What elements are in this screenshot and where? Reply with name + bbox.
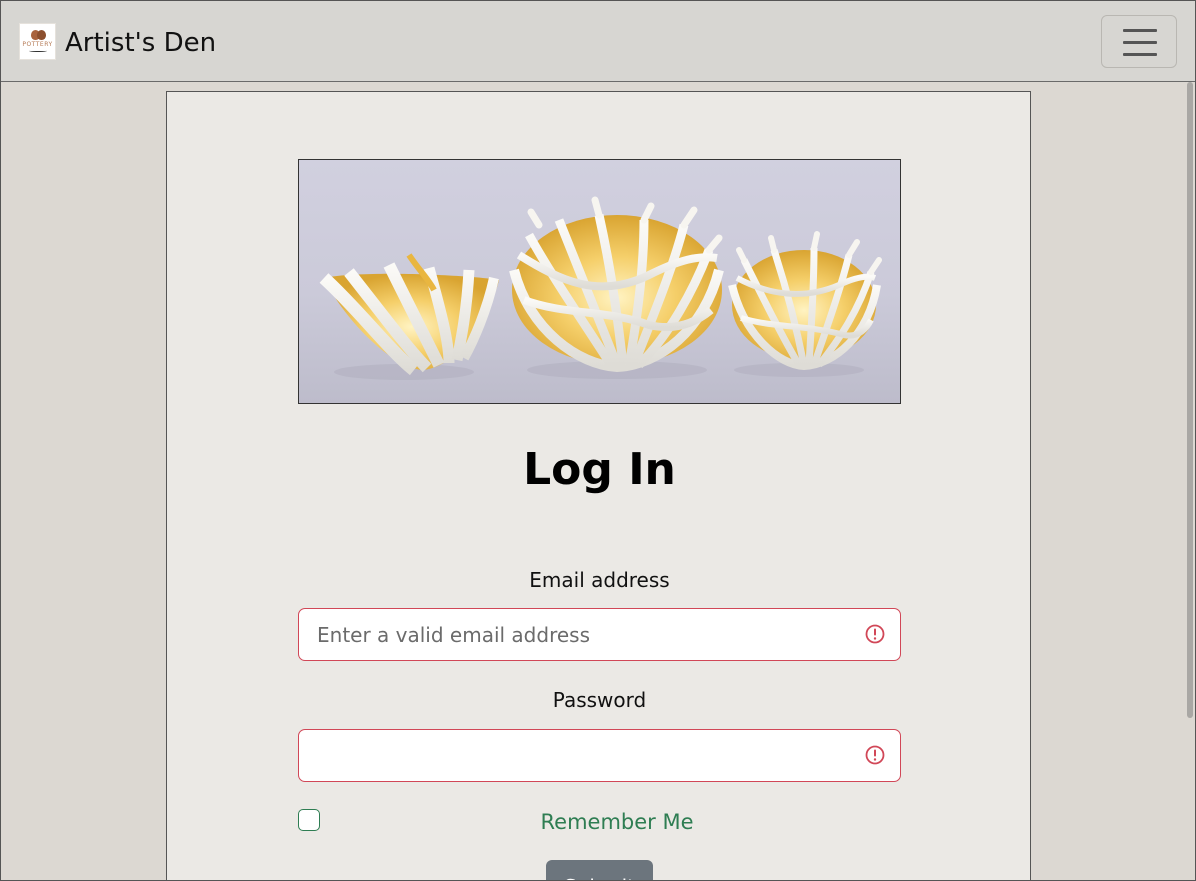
email-field-wrapper: [298, 608, 901, 661]
login-card: Log In Email address Password Remember M…: [166, 91, 1031, 880]
navbar: POTTERY Artist's Den: [1, 1, 1195, 82]
password-field[interactable]: [300, 731, 857, 780]
email-label: Email address: [529, 568, 670, 592]
hero-image: [298, 159, 901, 404]
pottery-icon-secondary: [37, 30, 46, 40]
invalid-icon: [865, 624, 885, 644]
hamburger-icon-bar: [1123, 41, 1157, 44]
remember-me-label[interactable]: Remember Me: [167, 808, 1067, 836]
page-title: Log In: [523, 444, 676, 495]
password-field-wrapper: [298, 729, 901, 782]
brand-logo[interactable]: POTTERY: [19, 23, 56, 60]
hamburger-icon-bar: [1123, 53, 1157, 56]
hamburger-icon-bar: [1123, 29, 1157, 32]
brand-name[interactable]: Artist's Den: [65, 25, 216, 61]
sculpted-bowls-illustration: [319, 196, 882, 380]
scrollbar-thumb[interactable]: [1187, 82, 1193, 718]
submit-button[interactable]: Submit: [546, 860, 653, 880]
browser-viewport: POTTERY Artist's Den Log In Email addres…: [0, 0, 1196, 881]
menu-toggle-button[interactable]: [1101, 15, 1177, 68]
password-label: Password: [552, 688, 647, 712]
email-field[interactable]: [300, 610, 857, 659]
brand-logo-text: POTTERY: [22, 41, 53, 48]
invalid-icon: [865, 745, 885, 765]
brand-logo-script: [29, 49, 47, 52]
